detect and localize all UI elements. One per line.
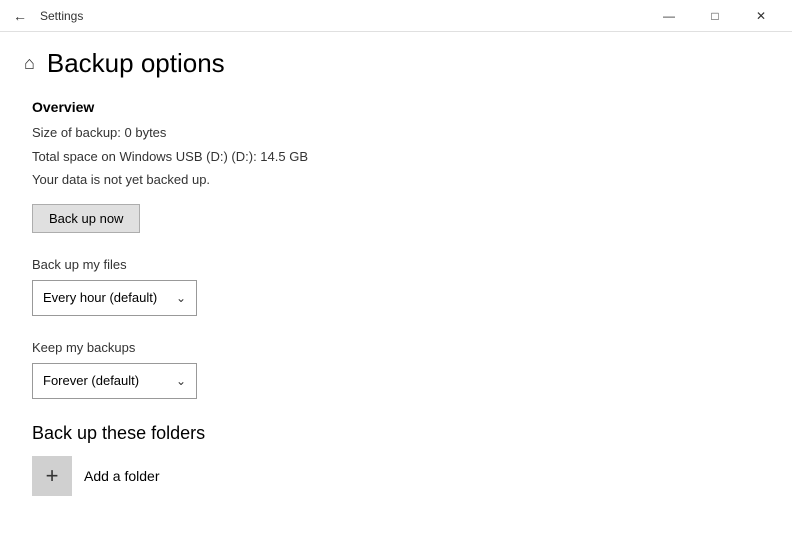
keep-backups-dropdown[interactable]: Forever (default) ⌄ (32, 363, 197, 399)
backup-files-section: Back up my files Every hour (default) ⌄ (32, 257, 760, 316)
keep-backups-label: Keep my backups (32, 340, 760, 355)
close-button[interactable]: ✕ (738, 0, 784, 32)
backup-now-button[interactable]: Back up now (32, 204, 140, 233)
maximize-button[interactable]: □ (692, 0, 738, 32)
title-bar: ← Settings — □ ✕ (0, 0, 792, 32)
page-header: ⌂ Backup options (0, 32, 792, 91)
title-bar-controls: — □ ✕ (646, 0, 784, 32)
backup-files-value: Every hour (default) (43, 290, 157, 305)
content-area: Overview Size of backup: 0 bytes Total s… (0, 91, 792, 512)
title-bar-left: ← Settings (8, 4, 83, 28)
add-folder-row[interactable]: + Add a folder (32, 456, 760, 496)
folders-title: Back up these folders (32, 423, 760, 444)
keep-backups-section: Keep my backups Forever (default) ⌄ (32, 340, 760, 399)
overview-heading: Overview (32, 99, 760, 115)
title-bar-title: Settings (40, 9, 83, 23)
folders-section: Back up these folders + Add a folder (32, 423, 760, 496)
keep-backups-value: Forever (default) (43, 373, 139, 388)
add-folder-button[interactable]: + (32, 456, 72, 496)
backup-files-dropdown[interactable]: Every hour (default) ⌄ (32, 280, 197, 316)
overview-section: Overview Size of backup: 0 bytes Total s… (32, 99, 760, 233)
home-icon[interactable]: ⌂ (24, 53, 35, 74)
keep-backups-chevron-icon: ⌄ (176, 374, 186, 388)
title-bar-back-icon[interactable]: ← (8, 4, 32, 28)
minimize-button[interactable]: — (646, 0, 692, 32)
size-text: Size of backup: 0 bytes (32, 123, 760, 143)
status-text: Your data is not yet backed up. (32, 170, 760, 190)
page-title: Backup options (47, 48, 225, 79)
add-folder-label: Add a folder (84, 468, 160, 484)
backup-files-label: Back up my files (32, 257, 760, 272)
backup-files-chevron-icon: ⌄ (176, 291, 186, 305)
space-text: Total space on Windows USB (D:) (D:): 14… (32, 147, 760, 167)
